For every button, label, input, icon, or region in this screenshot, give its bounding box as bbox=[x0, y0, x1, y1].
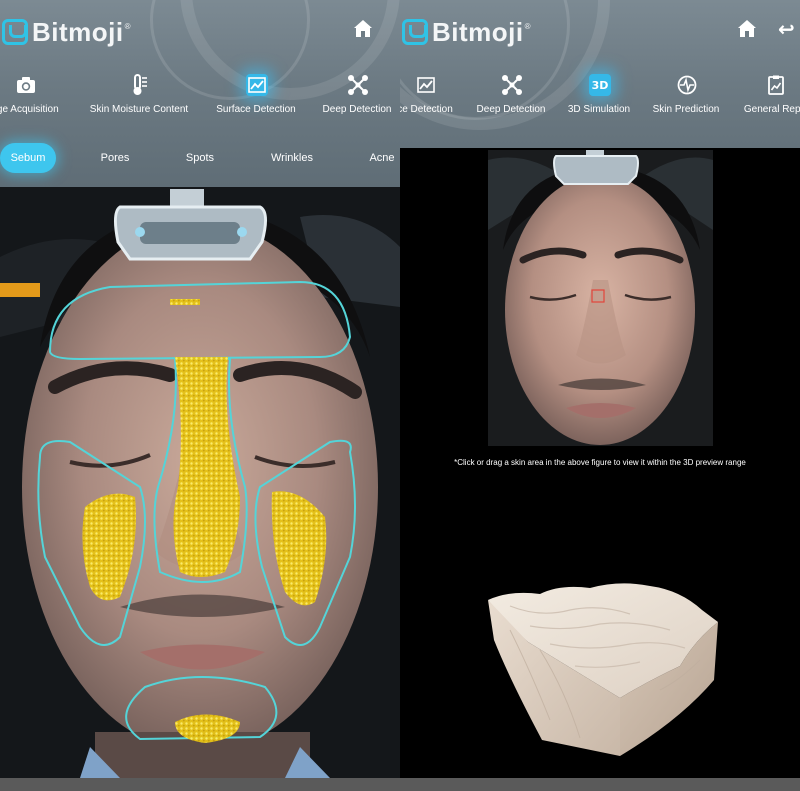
sebum-analysis-image[interactable] bbox=[0, 187, 400, 778]
tab-sebum[interactable]: Sebum bbox=[0, 143, 56, 173]
3d-skin-preview[interactable] bbox=[480, 570, 720, 760]
back-arrow-icon[interactable]: ↩ bbox=[778, 19, 796, 39]
tab-spots[interactable]: Spots bbox=[175, 143, 225, 173]
camera-icon bbox=[15, 74, 37, 96]
nav-item-label: General Repo bbox=[743, 104, 800, 115]
skin-area-selector-image[interactable] bbox=[488, 150, 713, 446]
instruction-text: *Click or drag a skin area in the above … bbox=[454, 458, 746, 467]
brand-logo: Bitmoji ® bbox=[2, 14, 131, 50]
pulse-icon bbox=[676, 74, 698, 96]
chart-line-icon bbox=[246, 74, 268, 96]
logo-icon bbox=[402, 19, 428, 45]
nav-item-label: Deep Detection bbox=[322, 104, 392, 115]
home-icon[interactable] bbox=[738, 20, 757, 38]
detection-subtabs: Sebum Pores Spots Wrinkles Acne bbox=[0, 143, 400, 173]
logo-icon bbox=[2, 19, 28, 45]
brand-reg-mark: ® bbox=[124, 21, 131, 31]
brand-name: Bitmoji bbox=[432, 16, 524, 47]
3d-simulation-panel: Bitmoji ® ↩ ce Detection Deep Detection … bbox=[400, 0, 800, 778]
brand-logo: Bitmoji ® bbox=[402, 14, 531, 50]
home-icon[interactable] bbox=[354, 20, 373, 38]
main-nav: ce Detection Deep Detection 3D 3D Simula… bbox=[400, 64, 800, 124]
nav-item-label: Surface Detection bbox=[216, 104, 296, 115]
brand-reg-mark: ® bbox=[524, 21, 531, 31]
brand-name: Bitmoji bbox=[32, 16, 124, 47]
header: Bitmoji ® age Acquisition Skin Moist bbox=[0, 0, 400, 187]
surface-detection-panel: Bitmoji ® age Acquisition Skin Moist bbox=[0, 0, 400, 778]
bottom-bar bbox=[0, 778, 800, 791]
app-root: Bitmoji ® age Acquisition Skin Moist bbox=[0, 0, 800, 791]
main-nav: age Acquisition Skin Moisture Content Su… bbox=[0, 64, 400, 124]
report-icon bbox=[765, 74, 787, 96]
chart-line-icon bbox=[415, 74, 437, 96]
nav-item-label: age Acquisition bbox=[0, 104, 59, 115]
tab-acne[interactable]: Acne bbox=[360, 143, 400, 173]
nav-item-label: Skin Moisture Content bbox=[89, 104, 189, 115]
tab-pores[interactable]: Pores bbox=[90, 143, 140, 173]
3d-icon: 3D bbox=[589, 74, 611, 96]
thermometer-icon bbox=[129, 74, 151, 96]
network-icon bbox=[347, 74, 369, 96]
tab-wrinkles[interactable]: Wrinkles bbox=[262, 143, 322, 173]
network-icon bbox=[501, 74, 523, 96]
